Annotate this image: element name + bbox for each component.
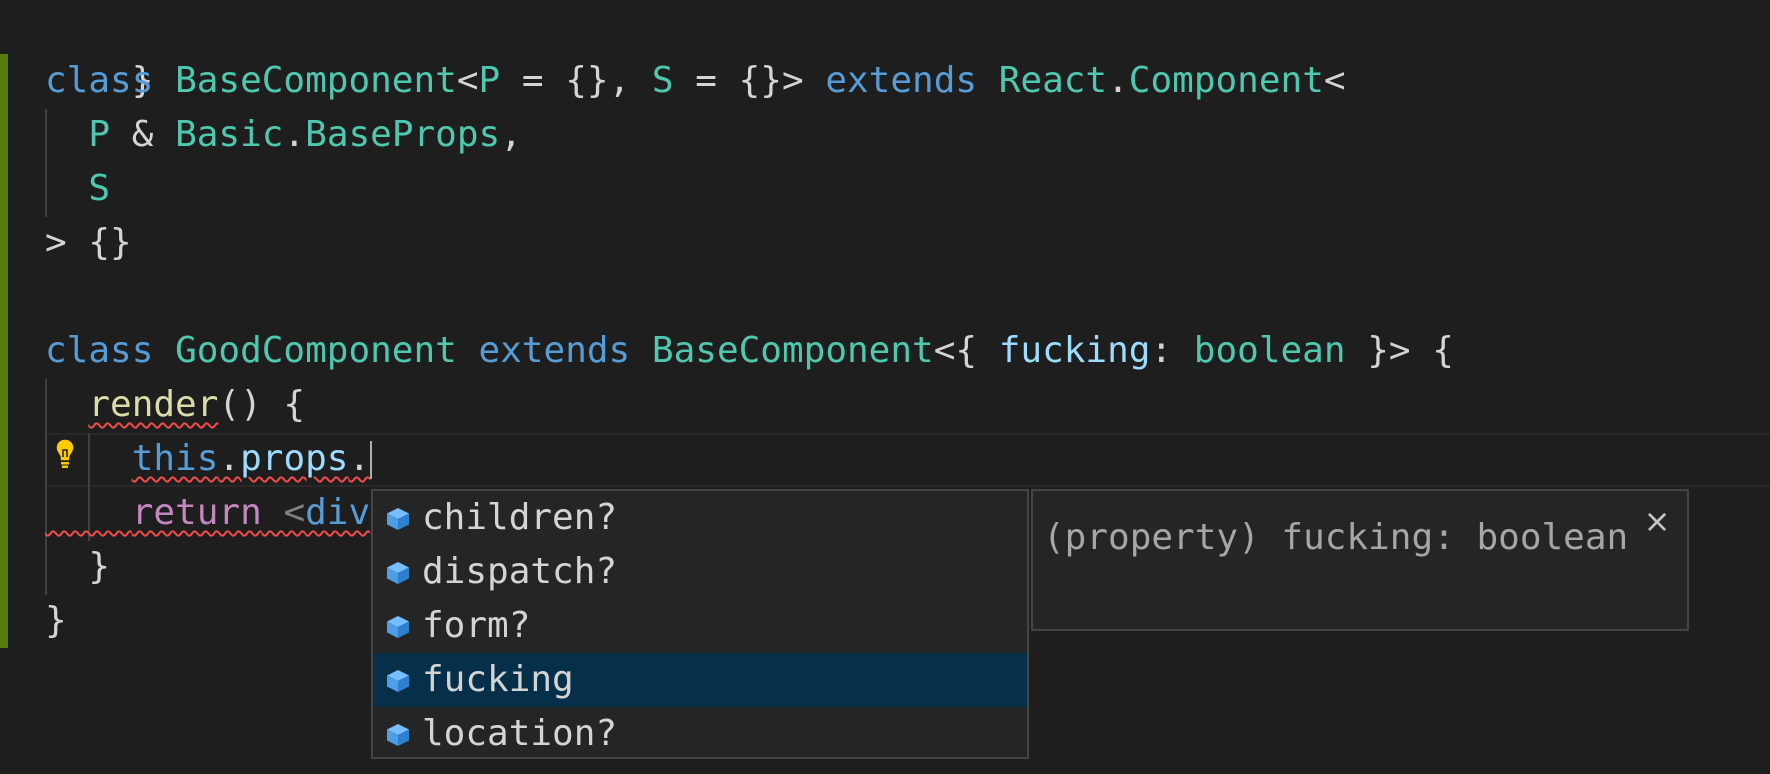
token-punct: }> { xyxy=(1345,330,1454,371)
token-punct: . xyxy=(283,114,306,155)
token-this: this xyxy=(131,438,219,479)
code-line-2[interactable]: class BaseComponent<P = {}, S = {}> exte… xyxy=(45,54,1346,108)
property-icon xyxy=(387,724,409,746)
code-line-3[interactable]: P & Basic.BaseProps, xyxy=(45,108,522,162)
suggest-item-label: fucking xyxy=(422,659,574,700)
token-type: Component xyxy=(1128,60,1324,101)
token-punct: , xyxy=(500,114,522,155)
token-punct: & xyxy=(110,114,176,155)
suggest-item-label: children? xyxy=(422,497,618,538)
token-type: BaseComponent xyxy=(651,330,934,371)
token-keyword: class xyxy=(45,60,154,101)
token-tag-bracket: < xyxy=(283,492,306,533)
code-line-5[interactable]: > {} xyxy=(45,216,132,270)
token-keyword: class xyxy=(45,330,154,371)
text-cursor xyxy=(370,441,372,479)
suggest-item[interactable]: fucking xyxy=(373,653,1027,707)
token-punct: < xyxy=(456,60,479,101)
code-line-10[interactable]: return <div xyxy=(45,486,370,540)
token-keyword: extends xyxy=(825,60,978,101)
suggest-details-text: (property) fucking: boolean xyxy=(1043,517,1629,558)
code-line-8[interactable]: render() { xyxy=(45,378,305,432)
suggest-item-label: location? xyxy=(422,713,618,754)
token-keyword-return: return xyxy=(131,492,262,533)
token-punct: () { xyxy=(218,384,306,425)
token-punct: : xyxy=(1150,330,1194,371)
property-icon xyxy=(387,670,409,692)
token-type-param: S xyxy=(651,60,674,101)
token-punct: . xyxy=(1107,60,1129,101)
suggest-item[interactable]: children? xyxy=(373,491,1027,545)
suggest-item-label: dispatch? xyxy=(422,551,618,592)
token-type: boolean xyxy=(1193,330,1346,371)
token-property: props xyxy=(240,438,349,479)
token-namespace: Basic xyxy=(175,114,284,155)
token-property: fucking xyxy=(998,330,1151,371)
token-punct: <{ xyxy=(933,330,999,371)
token-type-param: P xyxy=(88,114,111,155)
token-tag-name: div xyxy=(305,492,371,533)
gutter-modified-indicator xyxy=(0,198,8,648)
close-icon[interactable]: × xyxy=(1637,501,1677,541)
autocomplete-suggest-widget[interactable]: children? dispatch? form? fucking location? xyxy=(371,489,1029,759)
code-line-7[interactable]: class GoodComponent extends BaseComponen… xyxy=(45,324,1454,378)
token-punct: . xyxy=(348,438,371,479)
code-editor[interactable]: } class BaseComponent<P = {}, S = {}> ex… xyxy=(0,0,1770,774)
property-icon xyxy=(387,616,409,638)
token-type: BaseProps xyxy=(305,114,501,155)
code-line-12[interactable]: } xyxy=(45,594,67,648)
token-brace: } xyxy=(45,600,67,641)
token-punct: = {}, xyxy=(500,60,652,101)
property-icon xyxy=(387,508,409,530)
token-punct: = {}> xyxy=(673,60,826,101)
code-line-4[interactable]: S xyxy=(45,162,110,216)
suggest-item[interactable]: dispatch? xyxy=(373,545,1027,599)
suggest-details-pane: (property) fucking: boolean × xyxy=(1031,489,1689,631)
token-namespace: React xyxy=(998,60,1108,101)
code-line-11[interactable]: } xyxy=(45,540,110,594)
code-line-1[interactable]: } xyxy=(45,0,154,101)
token-class-name: BaseComponent xyxy=(175,60,457,101)
token-type-param: P xyxy=(478,60,501,101)
lightbulb-icon[interactable] xyxy=(54,437,76,469)
gutter-modified-indicator xyxy=(0,54,8,198)
suggest-item-label: form? xyxy=(422,605,531,646)
code-line-9[interactable]: this.props. xyxy=(45,432,370,486)
token-class-name: GoodComponent xyxy=(175,330,457,371)
suggest-item[interactable]: location? xyxy=(373,707,1027,761)
token-punct: < xyxy=(1323,60,1346,101)
token-punct: > {} xyxy=(45,222,132,263)
token-keyword: extends xyxy=(478,330,631,371)
token-method: render xyxy=(88,384,219,425)
token-brace: } xyxy=(88,546,111,587)
suggest-item[interactable]: form? xyxy=(373,599,1027,653)
token-type-param: S xyxy=(88,168,111,209)
token-punct: . xyxy=(218,438,241,479)
property-icon xyxy=(387,562,409,584)
